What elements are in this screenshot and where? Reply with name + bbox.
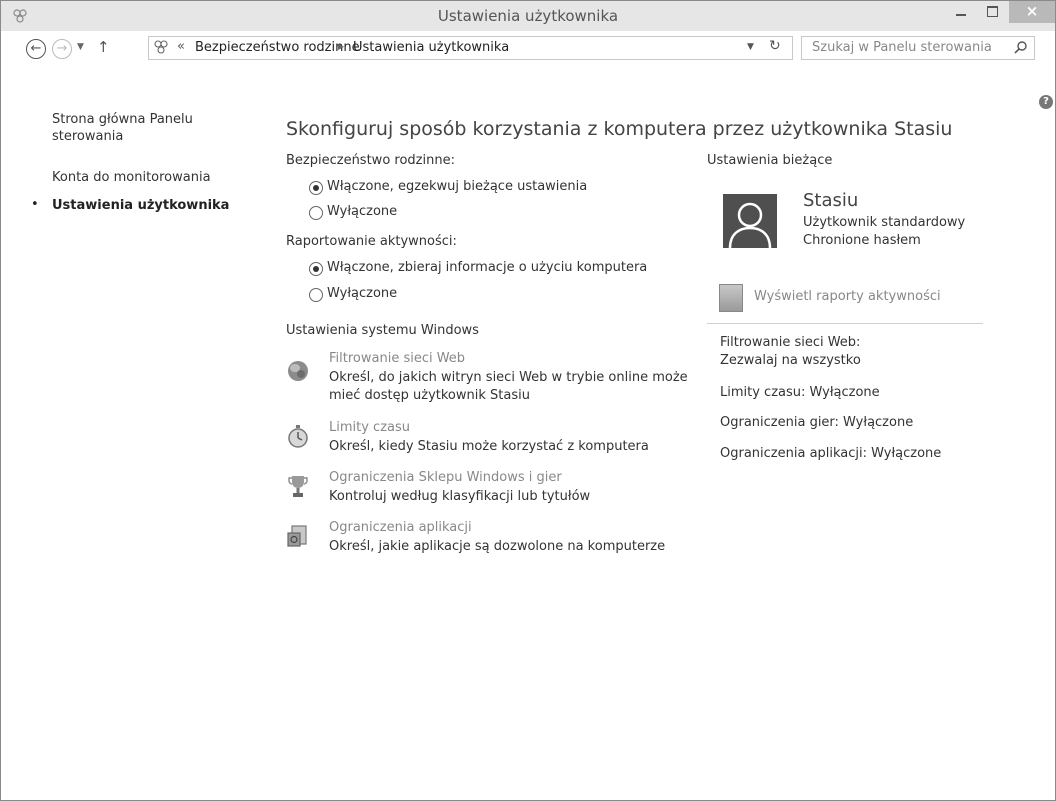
user-type: Użytkownik standardowy [803,215,966,230]
app-limits-summary: Ograniczenia aplikacji: Wyłączone [720,446,942,461]
time-limits-summary: Limity czasu: Wyłączone [720,385,880,400]
radio-unchecked-icon[interactable] [309,206,323,220]
window-title: Ustawienia użytkownika [437,7,619,25]
activity-reporting-on-radio[interactable]: Włączone, zbieraj informacje o użyciu ko… [309,260,669,278]
web-filter-summary-label: Filtrowanie sieci Web: [720,335,861,350]
maximize-icon [987,6,998,17]
time-limits-desc: Określ, kiedy Stasiu może korzystać z ko… [329,439,649,454]
app-restrictions-link[interactable]: Ograniczenia aplikacji [329,520,472,535]
app-restriction-icon [287,525,307,547]
store-games-desc: Kontroluj według klasyfikacji lub tytułó… [329,489,591,504]
breadcrumb-family-safety[interactable]: Bezpieczeństwo rodzinne [195,40,360,55]
sidebar-item-monitored-accounts[interactable]: Konta do monitorowania [52,169,211,186]
search-placeholder: Szukaj w Panelu sterowania [812,40,992,55]
breadcrumb-overflow-icon[interactable]: « [177,39,185,54]
radio-unchecked-icon[interactable] [309,288,323,302]
user-avatar-icon [723,194,777,249]
app-restrictions-desc: Określ, jakie aplikacje są dozwolone na … [329,539,666,554]
web-filtering-desc: Określ, do jakich witryn sieci Web w try… [329,370,688,403]
close-button[interactable]: × [1009,1,1055,23]
up-button[interactable]: ↑ [97,38,110,56]
report-icon[interactable] [719,284,743,312]
time-limits-setting[interactable]: Limity czasu Określ, kiedy Stasiu może k… [286,420,706,458]
stopwatch-icon [288,425,308,448]
window: Ustawienia użytkownika × ← → ▼ ↑ « Bezpi… [0,0,1056,801]
family-safety-off-radio[interactable]: Wyłączone [309,204,429,222]
family-safety-icon [154,40,168,54]
maximize-button[interactable] [977,1,1007,23]
web-filter-summary-value: Zezwalaj na wszystko [720,353,861,368]
control-panel-home-link[interactable]: Strona główna Panelu sterowania [52,111,212,145]
sidebar-item-user-settings[interactable]: Ustawienia użytkownika [52,197,229,214]
family-safety-label: Bezpieczeństwo rodzinne: [286,153,455,168]
trophy-icon [288,476,308,497]
globe-icon [288,361,308,381]
store-games-restrictions-setting[interactable]: Ograniczenia Sklepu Windows i gier Kontr… [286,470,706,508]
game-limits-summary: Ograniczenia gier: Wyłączone [720,415,914,430]
help-icon[interactable]: ? [1039,95,1053,109]
windows-settings-label: Ustawienia systemu Windows [286,323,479,338]
avatar [723,194,777,249]
activity-reporting-label: Raportowanie aktywności: [286,234,457,249]
forward-button[interactable]: → [52,39,72,59]
view-activity-reports-link[interactable]: Wyświetl raporty aktywności [754,289,941,304]
address-bar[interactable]: « Bezpieczeństwo rodzinne ▶ Ustawienia u… [148,36,793,60]
search-icon[interactable] [1014,40,1028,54]
close-icon: × [1025,2,1039,20]
web-filtering-setting[interactable]: Filtrowanie sieci Web Określ, do jakich … [286,351,706,407]
time-limits-link[interactable]: Limity czasu [329,420,410,435]
web-filtering-link[interactable]: Filtrowanie sieci Web [329,351,465,366]
user-name: Stasiu [803,190,859,211]
app-restrictions-setting[interactable]: Ograniczenia aplikacji Określ, jakie apl… [286,520,706,558]
divider [707,323,983,324]
back-button[interactable]: ← [26,39,46,59]
current-page-bullet: • [31,197,39,212]
refresh-icon[interactable]: ↻ [769,38,781,54]
breadcrumb-user-settings[interactable]: Ustawienia użytkownika [353,40,509,55]
title-bar: Ustawienia użytkownika × [1,1,1055,31]
user-password-status: Chronione hasłem [803,233,921,248]
page-title: Skonfiguruj sposób korzystania z kompute… [286,118,953,140]
address-dropdown-icon[interactable]: ▼ [747,42,754,52]
store-games-link[interactable]: Ograniczenia Sklepu Windows i gier [329,470,562,485]
current-settings-label: Ustawienia bieżące [707,153,833,168]
minimize-icon [956,14,966,16]
recent-locations-dropdown[interactable]: ▼ [77,42,84,52]
minimize-button[interactable] [943,1,977,23]
search-input[interactable]: Szukaj w Panelu sterowania [801,36,1035,60]
chevron-right-icon[interactable]: ▶ [338,42,344,51]
radio-checked-icon[interactable] [309,181,323,195]
radio-checked-icon[interactable] [309,262,323,276]
family-safety-on-radio[interactable]: Włączone, egzekwuj bieżące ustawienia [309,179,629,197]
activity-reporting-off-radio[interactable]: Wyłączone [309,286,429,304]
